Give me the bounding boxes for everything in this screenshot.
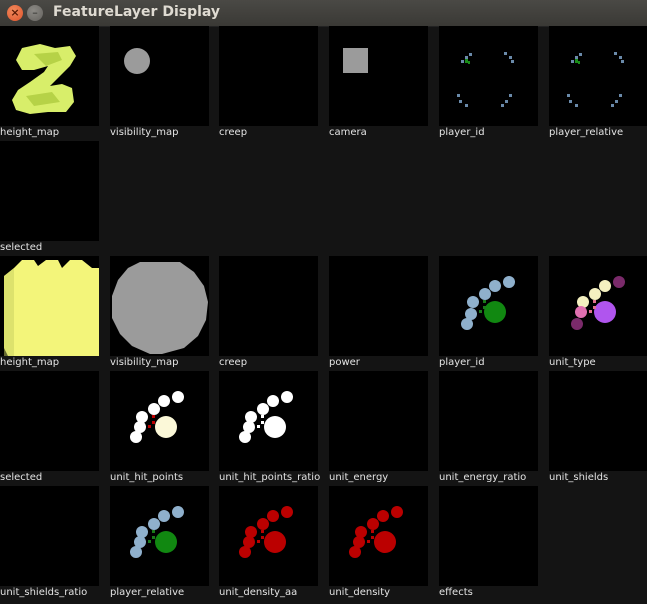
layer-label: height_map [0,126,108,140]
layer-view [0,486,99,586]
layer-view [110,371,209,471]
minimap-layer-height-map: height_map [0,26,108,140]
layer-label: unit_energy_ratio [439,471,547,485]
minimap-layer-player-relative: player_relative [549,26,647,140]
minimap-layer-creep: creep [219,26,327,140]
layer-view [110,256,209,356]
layer-view [0,141,99,241]
layer-label: player_id [439,126,547,140]
layer-label: player_relative [110,586,218,600]
layer-view [439,371,538,471]
screen-layer-unit-density: unit_density [329,486,437,600]
layer-label: unit_density_aa [219,586,327,600]
visibility-map-screen-icon [112,262,208,354]
minimap-layer-visibility-map: visibility_map [110,26,218,140]
minimap-layer-selected: selected [0,141,108,255]
layer-view [219,486,318,586]
minimize-button[interactable]: – [27,5,43,21]
units-hit-points-icon [130,391,184,443]
layer-label: unit_energy [329,471,437,485]
units-unit-type-icon [571,276,625,330]
layer-label: unit_hit_points_ratio [219,471,327,485]
layer-label: creep [219,126,327,140]
layer-label: visibility_map [110,356,218,370]
layer-view [0,26,99,126]
layer-label: unit_shields [549,471,647,485]
screen-layer-unit-type: unit_type [549,256,647,370]
layer-label: effects [439,586,547,600]
layer-label: unit_shields_ratio [0,586,108,600]
layer-label: power [329,356,437,370]
screen-layer-player-id: player_id [439,256,547,370]
units-player-relative-icon [130,506,184,558]
height-map-minimap-icon [12,44,76,114]
screen-layer-unit-energy: unit_energy [329,371,437,485]
layer-view [439,26,538,126]
screen-layer-unit-energy-ratio: unit_energy_ratio [439,371,547,485]
screen-layer-unit-hit-points: unit_hit_points [110,371,218,485]
layer-view [329,256,428,356]
layer-view [219,371,318,471]
screen-layer-unit-shields-ratio: unit_shields_ratio [0,486,108,600]
screen-layer-unit-shields: unit_shields [549,371,647,485]
player-id-minimap-icon [457,52,514,107]
screen-layer-height-map: height_map [0,256,108,370]
layer-label: unit_hit_points [110,471,218,485]
screen-layer-power: power [329,256,437,370]
window-title: FeatureLayer Display [53,4,221,20]
layer-label: unit_density [329,586,437,600]
layer-view [329,26,428,126]
close-button[interactable]: × [7,5,23,21]
layer-view [0,256,99,356]
layer-label: camera [329,126,437,140]
visibility-map-minimap-icon [124,48,150,74]
layer-label: player_relative [549,126,647,140]
screen-layer-player-relative: player_relative [110,486,218,600]
minimap-layer-player-id: player_id [439,26,547,140]
layer-label: selected [0,241,108,255]
screen-layer-creep: creep [219,256,327,370]
feature-layer-grid: height_map visibility_map creep camera p… [0,26,647,604]
layer-view [219,256,318,356]
screen-layer-visibility-map: visibility_map [110,256,218,370]
minimap-layer-camera: camera [329,26,437,140]
layer-view [329,371,428,471]
height-map-screen-icon [4,260,99,356]
player-relative-minimap-icon [567,52,624,107]
units-density-aa-icon [239,506,293,558]
screen-layer-selected: selected [0,371,108,485]
layer-view [549,371,647,471]
units-density-icon [349,506,403,558]
layer-label: selected [0,471,108,485]
units-player-id-icon [461,276,515,330]
units-hit-points-ratio-icon [239,391,293,443]
layer-view [439,256,538,356]
screen-layer-unit-hit-points-ratio: unit_hit_points_ratio [219,371,327,485]
title-bar[interactable]: × – FeatureLayer Display [0,0,647,27]
layer-label: creep [219,356,327,370]
screen-layer-effects: effects [439,486,547,600]
camera-square-icon [343,48,368,73]
layer-view [329,486,428,586]
layer-label: visibility_map [110,126,218,140]
layer-view [549,256,647,356]
layer-view [549,26,647,126]
layer-view [110,26,209,126]
screen-layer-unit-density-aa: unit_density_aa [219,486,327,600]
layer-view [110,486,209,586]
layer-label: height_map [0,356,108,370]
layer-label: unit_type [549,356,647,370]
layer-view [219,26,318,126]
layer-view [439,486,538,586]
feature-layer-window: × – FeatureLayer Display height_map visi… [0,0,647,604]
layer-view [0,371,99,471]
layer-label: player_id [439,356,547,370]
